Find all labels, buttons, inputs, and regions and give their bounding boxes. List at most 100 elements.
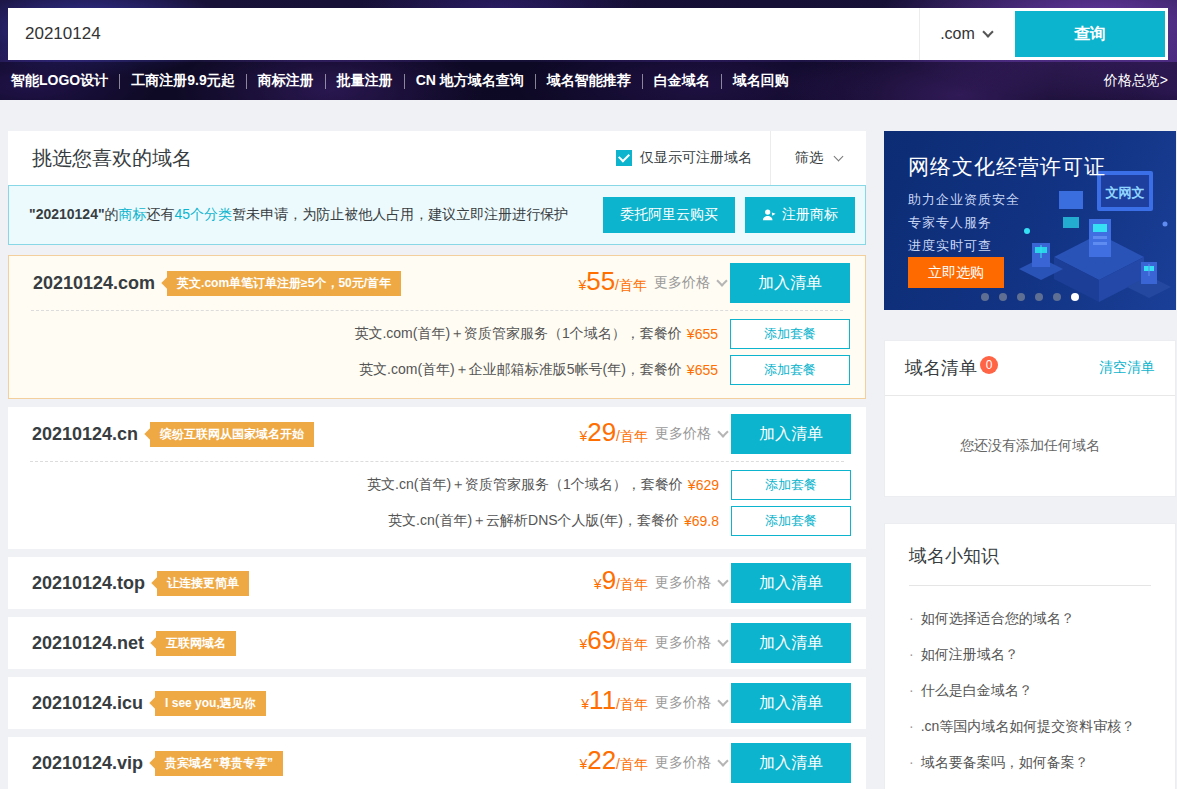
more-price-dropdown[interactable]: 更多价格 xyxy=(655,634,727,652)
domain-result-icu: 20210124.icu I see you,遇见你 ¥11/首年 更多价格 加… xyxy=(8,677,866,729)
add-package-button[interactable]: 添加套餐 xyxy=(730,319,850,349)
package-row: 英文.com(首年)＋企业邮箱标准版5帐号(年)，套餐价 ¥655 添加套餐 xyxy=(9,352,865,388)
more-price-dropdown[interactable]: 更多价格 xyxy=(655,694,727,712)
nav-item-cn-local-query[interactable]: CN 地方域名查询 xyxy=(405,72,535,90)
nav-item-platinum-domain[interactable]: 白金域名 xyxy=(643,72,721,90)
bullet: · xyxy=(909,718,914,734)
banner-buy-button[interactable]: 立即选购 xyxy=(908,257,1004,288)
price: ¥29/首年 xyxy=(579,417,648,448)
domain-name: 20210124.cn xyxy=(32,424,138,445)
more-price-dropdown[interactable]: 更多价格 xyxy=(655,425,727,443)
price: ¥11/首年 xyxy=(581,685,648,716)
promo-tag: 英文.com单笔订单注册≥5个，50元/首年 xyxy=(167,271,401,296)
promo-tag: 贵宾域名“尊贵专享” xyxy=(155,751,283,776)
nav-item-business-reg[interactable]: 工商注册9.9元起 xyxy=(120,72,245,90)
classes-link[interactable]: 45个分类 xyxy=(175,206,233,222)
carousel-dots xyxy=(884,293,1176,301)
knowledge-link[interactable]: ·如何选择适合您的域名？ xyxy=(909,610,1151,626)
filter-dropdown[interactable]: 筛选 xyxy=(771,149,866,167)
chevron-down-icon xyxy=(982,26,993,37)
domain-result-com: 20210124.com 英文.com单笔订单注册≥5个，50元/首年 ¥55/… xyxy=(8,255,866,399)
nav-item-logo-design[interactable]: 智能LOGO设计 xyxy=(0,72,119,90)
chevron-down-icon xyxy=(717,635,728,646)
banner-title: 网络文化经营许可证 xyxy=(908,153,1106,181)
add-package-button[interactable]: 添加套餐 xyxy=(730,355,850,385)
package-desc: 英文.cn(首年)＋资质管家服务（1个域名），套餐价 xyxy=(367,476,683,494)
package-price: ¥69.8 xyxy=(684,513,719,529)
domain-result-cn: 20210124.cn 缤纷互联网从国家域名开始 ¥29/首年 更多价格 加入清… xyxy=(8,407,866,549)
filter-label: 筛选 xyxy=(795,149,823,167)
domain-name: 20210124.vip xyxy=(32,753,143,774)
promo-tag: 互联网域名 xyxy=(156,631,236,656)
notice-text: "20210124"的商标还有45个分类暂未申请，为防止被他人占用，建议立即注册… xyxy=(29,206,568,224)
trademark-link[interactable]: 商标 xyxy=(119,206,147,222)
sub-nav: 智能LOGO设计 工商注册9.9元起 商标注册 批量注册 CN 地方域名查询 域… xyxy=(0,62,1177,100)
package-desc: 英文.com(首年)＋资质管家服务（1个域名），套餐价 xyxy=(354,325,681,343)
banner-line: 助力企业资质安全 xyxy=(908,191,1020,209)
knowledge-title: 域名小知识 xyxy=(909,524,1151,585)
nav-item-batch-reg[interactable]: 批量注册 xyxy=(326,72,404,90)
add-to-list-button[interactable]: 加入清单 xyxy=(730,263,850,303)
entrust-aliyun-buy-button[interactable]: 委托阿里云购买 xyxy=(603,197,735,233)
chevron-down-icon xyxy=(717,575,728,586)
add-to-list-button[interactable]: 加入清单 xyxy=(731,683,851,723)
add-to-list-button[interactable]: 加入清单 xyxy=(731,623,851,663)
domain-name: 20210124.net xyxy=(32,633,144,654)
package-row: 英文.com(首年)＋资质管家服务（1个域名），套餐价 ¥655 添加套餐 xyxy=(9,316,865,352)
price: ¥9/首年 xyxy=(594,565,648,596)
nav-item-smart-recommend[interactable]: 域名智能推荐 xyxy=(536,72,642,90)
more-price-dropdown[interactable]: 更多价格 xyxy=(654,274,726,292)
cart-title: 域名清单 xyxy=(905,356,977,380)
clear-cart-link[interactable]: 清空清单 xyxy=(1099,359,1155,377)
domain-result-net: 20210124.net 互联网域名 ¥69/首年 更多价格 加入清单 xyxy=(8,617,866,669)
add-to-list-button[interactable]: 加入清单 xyxy=(731,743,851,783)
package-price: ¥629 xyxy=(688,477,719,493)
more-price-dropdown[interactable]: 更多价格 xyxy=(655,574,727,592)
chevron-down-icon xyxy=(716,275,727,286)
more-price-dropdown[interactable]: 更多价格 xyxy=(655,754,727,772)
banner-illustration: 文网文 xyxy=(1019,169,1174,307)
picker-header: 挑选您喜欢的域名 仅显示可注册域名 筛选 xyxy=(8,131,866,185)
carousel-dot-active[interactable] xyxy=(1071,293,1079,301)
chevron-down-icon xyxy=(717,695,728,706)
add-to-list-button[interactable]: 加入清单 xyxy=(731,563,851,603)
register-trademark-button[interactable]: 注册商标 xyxy=(745,197,855,233)
picker-title: 挑选您喜欢的域名 xyxy=(32,145,192,172)
price-overview-link[interactable]: 价格总览> xyxy=(1104,72,1168,90)
knowledge-link[interactable]: ·域名要备案吗，如何备案？ xyxy=(909,754,1151,770)
add-to-list-button[interactable]: 加入清单 xyxy=(731,414,851,454)
knowledge-link[interactable]: ·.cn等国内域名如何提交资料审核？ xyxy=(909,718,1151,734)
promo-banner[interactable]: 文网文 网络文化经营许可证 xyxy=(884,131,1176,310)
cart-empty-text: 您还没有添加任何域名 xyxy=(885,396,1175,496)
svg-text:文网文: 文网文 xyxy=(1105,185,1145,200)
add-package-button[interactable]: 添加套餐 xyxy=(731,470,851,500)
carousel-dot[interactable] xyxy=(1053,293,1061,301)
results-column: 挑选您喜欢的域名 仅显示可注册域名 筛选 "20210124"的商标还有45个分… xyxy=(8,131,866,789)
search-input[interactable] xyxy=(8,8,919,60)
domain-name: 20210124.top xyxy=(32,573,145,594)
knowledge-card: 域名小知识 ·如何选择适合您的域名？ ·如何注册域名？ ·什么是白金域名？ ·.… xyxy=(884,523,1176,789)
page-header: .com 查询 智能LOGO设计 工商注册9.9元起 商标注册 批量注册 CN … xyxy=(0,0,1177,100)
domain-name: 20210124.icu xyxy=(32,693,143,714)
carousel-dot[interactable] xyxy=(1017,293,1025,301)
bullet: · xyxy=(909,646,914,662)
add-package-button[interactable]: 添加套餐 xyxy=(731,506,851,536)
nav-item-trademark-reg[interactable]: 商标注册 xyxy=(247,72,325,90)
trademark-notice: "20210124"的商标还有45个分类暂未申请，为防止被他人占用，建议立即注册… xyxy=(8,185,866,245)
only-available-checkbox[interactable] xyxy=(616,150,632,166)
price: ¥55/首年 xyxy=(578,266,647,297)
search-button[interactable]: 查询 xyxy=(1015,11,1165,57)
knowledge-link[interactable]: ·什么是白金域名？ xyxy=(909,682,1151,698)
banner-line: 进度实时可查 xyxy=(908,237,992,255)
domain-name: 20210124.com xyxy=(33,273,155,294)
carousel-dot[interactable] xyxy=(981,293,989,301)
package-row: 英文.cn(首年)＋资质管家服务（1个域名），套餐价 ¥629 添加套餐 xyxy=(8,467,866,503)
nav-item-domain-buyback[interactable]: 域名回购 xyxy=(722,72,800,90)
tld-select[interactable]: .com xyxy=(919,8,1012,60)
domain-search-bar: .com 查询 xyxy=(8,8,1168,60)
package-desc: 英文.cn(首年)＋云解析DNS个人版(年)，套餐价 xyxy=(388,512,679,530)
knowledge-link[interactable]: ·如何注册域名？ xyxy=(909,646,1151,662)
carousel-dot[interactable] xyxy=(999,293,1007,301)
carousel-dot[interactable] xyxy=(1035,293,1043,301)
domain-result-top: 20210124.top 让连接更简单 ¥9/首年 更多价格 加入清单 xyxy=(8,557,866,609)
